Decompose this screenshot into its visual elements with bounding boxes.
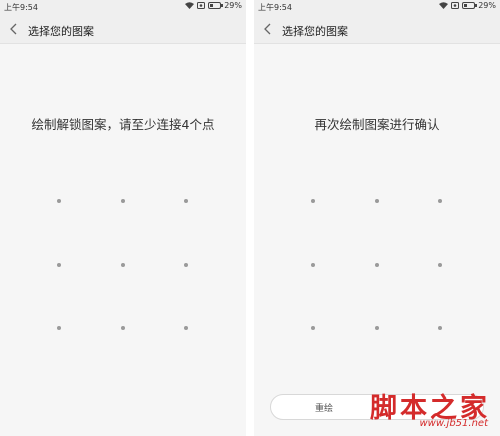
pattern-dot[interactable] [311, 326, 315, 330]
pattern-confirm-screen: 上午9:54 29% 选择您的图案 再次绘制图案进行确认 重绘 [254, 0, 500, 436]
pattern-draw-screen: 上午9:54 29% 选择您的图案 绘制解锁图案，请至少连接4个点 [0, 0, 246, 436]
battery-icon [208, 2, 224, 9]
pattern-dot[interactable] [375, 326, 379, 330]
pattern-dot[interactable] [375, 263, 379, 267]
status-bar: 上午9:54 29% [254, 0, 500, 14]
chevron-left-icon[interactable] [260, 21, 276, 37]
pattern-dot[interactable] [121, 263, 125, 267]
battery-percent: 29% [224, 1, 242, 10]
pattern-dot[interactable] [438, 326, 442, 330]
alarm-icon [197, 2, 206, 9]
chevron-left-icon[interactable] [6, 21, 22, 37]
status-icons: 29% [439, 1, 496, 10]
pattern-dot[interactable] [311, 263, 315, 267]
title-bar: 选择您的图案 [0, 14, 246, 44]
title-bar: 选择您的图案 [254, 14, 500, 44]
battery-percent: 29% [478, 1, 496, 10]
pattern-dot[interactable] [184, 199, 188, 203]
watermark-url: www.jb51.net [419, 418, 488, 429]
pattern-dot[interactable] [311, 199, 315, 203]
status-time: 上午9:54 [4, 3, 38, 12]
pattern-dot[interactable] [438, 263, 442, 267]
pattern-dot[interactable] [57, 263, 61, 267]
pattern-prompt: 再次绘制图案进行确认 [314, 117, 440, 132]
wifi-icon [185, 2, 195, 9]
pattern-prompt: 绘制解锁图案，请至少连接4个点 [31, 117, 215, 132]
pattern-dot[interactable] [375, 199, 379, 203]
alarm-icon [451, 2, 460, 9]
pattern-dot[interactable] [184, 263, 188, 267]
pattern-dot[interactable] [438, 199, 442, 203]
status-icons: 29% [185, 1, 242, 10]
pattern-dot[interactable] [121, 326, 125, 330]
battery-icon [462, 2, 478, 9]
status-bar: 上午9:54 29% [0, 0, 246, 14]
status-time: 上午9:54 [258, 3, 292, 12]
pattern-dot[interactable] [184, 326, 188, 330]
pattern-dot[interactable] [57, 199, 61, 203]
page-title: 选择您的图案 [282, 25, 348, 38]
wifi-icon [439, 2, 449, 9]
battery-level [464, 4, 467, 7]
page-title: 选择您的图案 [28, 25, 94, 38]
reset-button-label: 重绘 [314, 404, 333, 414]
battery-level [210, 4, 213, 7]
pattern-dot[interactable] [121, 199, 125, 203]
pattern-dot[interactable] [57, 326, 61, 330]
